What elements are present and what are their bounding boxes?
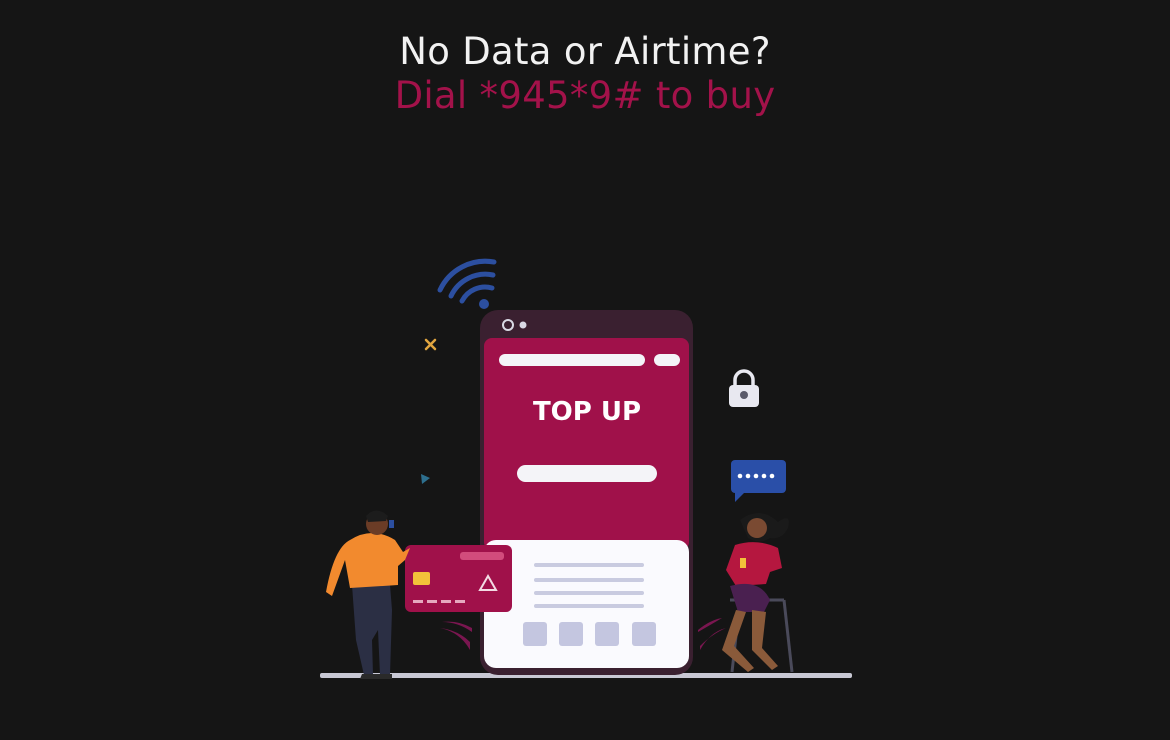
credit-card-icon [405,545,512,612]
top-up-illustration: TOP UP [320,258,852,679]
plant-left [440,621,472,650]
top-up-screen [484,338,689,550]
top-up-label: TOP UP [533,397,641,427]
triangle-icon [421,474,430,484]
plant-right [698,618,726,650]
lock-icon [729,369,759,407]
phone: TOP UP [480,310,693,675]
sparkle-icon [424,338,437,351]
person-left [326,510,410,679]
person-right [722,512,794,673]
amount-input-bar [517,465,657,482]
chat-bubble-icon [731,460,786,502]
wifi-icon [437,258,497,309]
